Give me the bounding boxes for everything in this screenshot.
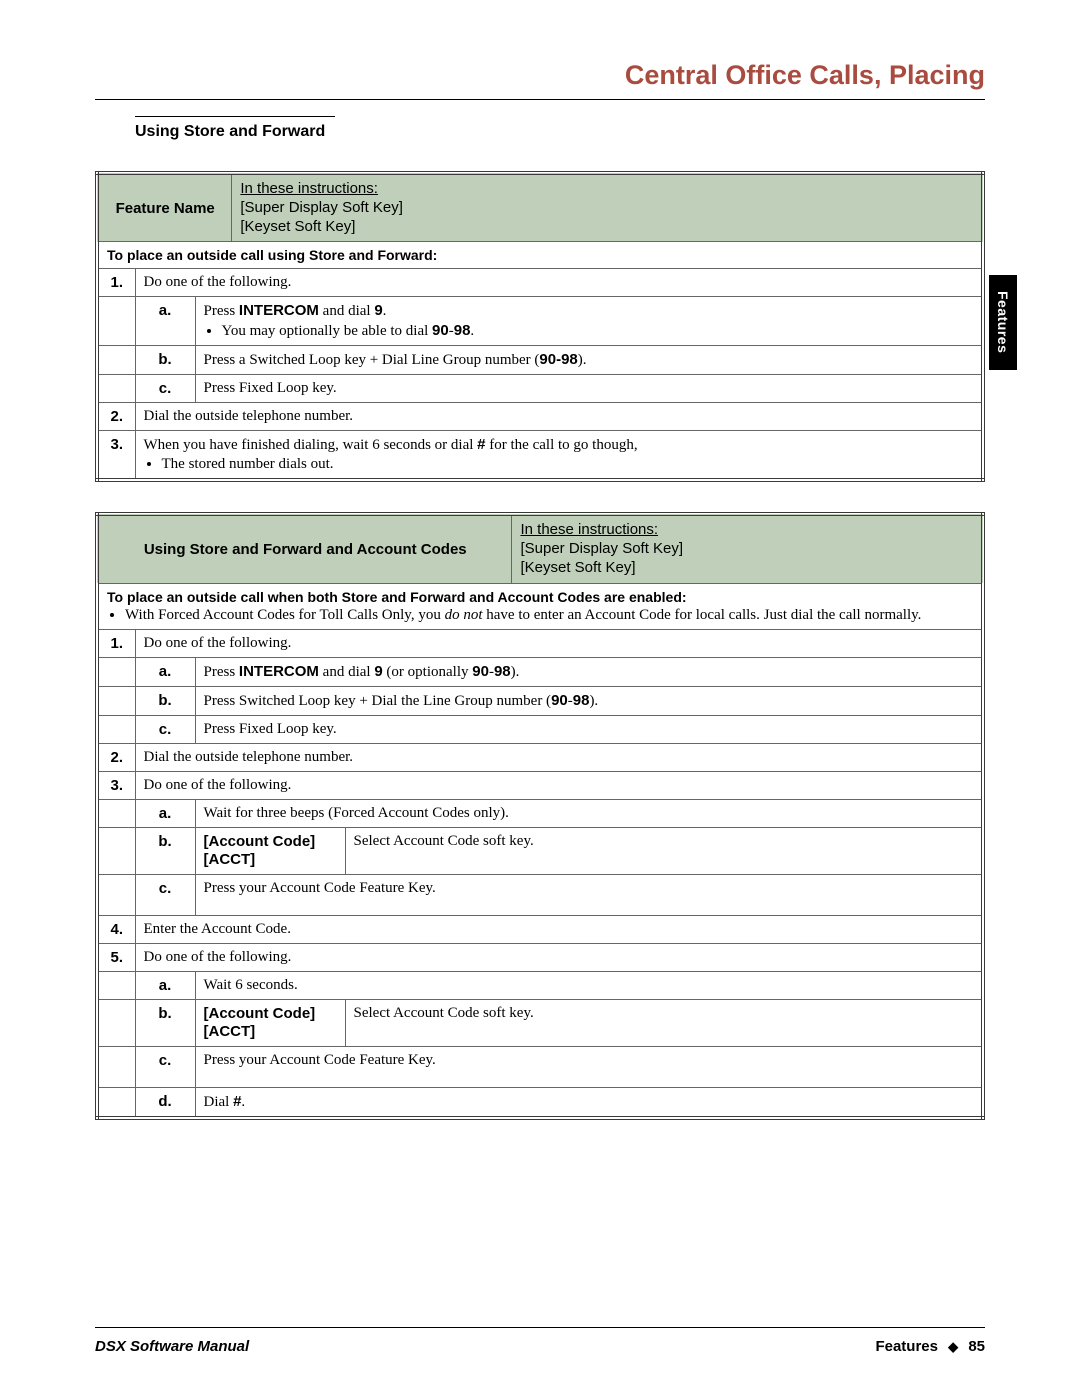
side-tab-features: Features [989, 275, 1017, 370]
legend-intro: In these instructions: [240, 180, 378, 197]
table-store-forward: Feature Name In these instructions: [Sup… [95, 171, 985, 482]
table1-r1b-lett: b. [135, 346, 195, 375]
legend-line2-2: [Keyset Soft Key] [520, 559, 635, 576]
table1-r1c-lett: c. [135, 375, 195, 403]
table1-r1a-pre: Press [204, 303, 239, 319]
t2-r5c-lett: c. [135, 1046, 195, 1087]
table1-r2-num: 2. [97, 403, 135, 431]
table1-r1a-blank [97, 297, 135, 346]
table1-feature-name: Feature Name [97, 173, 232, 242]
table2-sub-text: To place an outside call when both Store… [107, 589, 687, 605]
t2-r2-text: Dial the outside telephone number. [135, 743, 983, 771]
t2-r1-num: 1. [97, 629, 135, 657]
dial9: 9 [374, 302, 382, 319]
table1-r3-bullet: The stored number dials out. [162, 456, 974, 473]
t2-r3c-lett: c. [135, 874, 195, 915]
t2-r5b-softkey: [Account Code] [ACCT] [195, 999, 345, 1046]
t2-r3a-lett: a. [135, 799, 195, 827]
table1-r3-num: 3. [97, 431, 135, 481]
footer-right: Features ◆ 85 [875, 1338, 985, 1355]
t2-r3b-text: Select Account Code soft key. [345, 827, 983, 874]
section-heading: Using Store and Forward [135, 116, 335, 141]
t2-r2-num: 2. [97, 743, 135, 771]
table1-r1a-dot: . [383, 303, 387, 319]
table1-r1a-cell: Press INTERCOM and dial 9. You may optio… [195, 297, 983, 346]
t2-r3-num: 3. [97, 771, 135, 799]
t2-r5-num: 5. [97, 943, 135, 971]
t2-r5b-sk1: [Account Code] [204, 1005, 316, 1022]
table1-r1a-lett: a. [135, 297, 195, 346]
table1-r3-cell: When you have finished dialing, wait 6 s… [135, 431, 983, 481]
t2-r1b-lett: b. [135, 686, 195, 715]
legend-intro-2: In these instructions: [520, 521, 658, 538]
t2-r1c-lett: c. [135, 715, 195, 743]
table1-legend: In these instructions: [Super Display So… [232, 173, 983, 242]
table1-r1-num: 1. [97, 269, 135, 297]
t2-r1-text: Do one of the following. [135, 629, 983, 657]
t2-r5b-text: Select Account Code soft key. [345, 999, 983, 1046]
t2-r3-text: Do one of the following. [135, 771, 983, 799]
table-store-forward-account: Using Store and Forward and Account Code… [95, 512, 985, 1119]
t2-r1a-lett: a. [135, 657, 195, 686]
table1-r1c-text: Press Fixed Loop key. [195, 375, 983, 403]
header-rule [95, 99, 985, 100]
t2-r5d-text: Dial #. [195, 1087, 983, 1118]
table2-feature-name: Using Store and Forward and Account Code… [97, 514, 512, 583]
t2-r5a-text: Wait 6 seconds. [195, 971, 983, 999]
t2-r1a-text: Press INTERCOM and dial 9 (or optionally… [195, 657, 983, 686]
legend-line2: [Keyset Soft Key] [240, 218, 355, 235]
t2-r3b-sk1: [Account Code] [204, 833, 316, 850]
footer-page-num: 85 [968, 1338, 985, 1355]
t2-r5c-text: Press your Account Code Feature Key. [195, 1046, 983, 1087]
table1-r1-text: Do one of the following. [135, 269, 983, 297]
legend-line1-2: [Super Display Soft Key] [520, 540, 683, 557]
t2-r3a-text: Wait for three beeps (Forced Account Cod… [195, 799, 983, 827]
table1-r2-text: Dial the outside telephone number. [135, 403, 983, 431]
footer-section: Features [875, 1338, 938, 1355]
footer-manual-name: DSX Software Manual [95, 1338, 249, 1355]
t2-r5a-lett: a. [135, 971, 195, 999]
t2-r5d-lett: d. [135, 1087, 195, 1118]
t2-r5b-lett: b. [135, 999, 195, 1046]
t2-r4-num: 4. [97, 915, 135, 943]
page-title: Central Office Calls, Placing [95, 60, 985, 91]
t2-r5-text: Do one of the following. [135, 943, 983, 971]
table1-r1b-text: Press a Switched Loop key + Dial Line Gr… [195, 346, 983, 375]
table2-sub-bullet: With Forced Account Codes for Toll Calls… [125, 607, 973, 624]
t2-r5b-sk2: [ACCT] [204, 1023, 256, 1040]
table2-subhead: To place an outside call when both Store… [97, 583, 983, 629]
t2-r3b-sk2: [ACCT] [204, 851, 256, 868]
table1-r1a-post: and dial [319, 303, 374, 319]
table1-subhead: To place an outside call using Store and… [97, 242, 983, 269]
t2-r1c-text: Press Fixed Loop key. [195, 715, 983, 743]
t2-r3b-lett: b. [135, 827, 195, 874]
t2-r4-text: Enter the Account Code. [135, 915, 983, 943]
page-footer: DSX Software Manual Features ◆ 85 [95, 1327, 985, 1355]
t2-r3b-softkey: [Account Code] [ACCT] [195, 827, 345, 874]
table1-r1a-bullet: You may optionally be able to dial 90-98… [222, 322, 974, 340]
t2-r1b-text: Press Switched Loop key + Dial the Line … [195, 686, 983, 715]
t2-r3c-text: Press your Account Code Feature Key. [195, 874, 983, 915]
legend-line1: [Super Display Soft Key] [240, 199, 403, 216]
diamond-icon: ◆ [948, 1339, 958, 1354]
intercom-label: INTERCOM [239, 302, 319, 319]
table2-legend: In these instructions: [Super Display So… [512, 514, 983, 583]
